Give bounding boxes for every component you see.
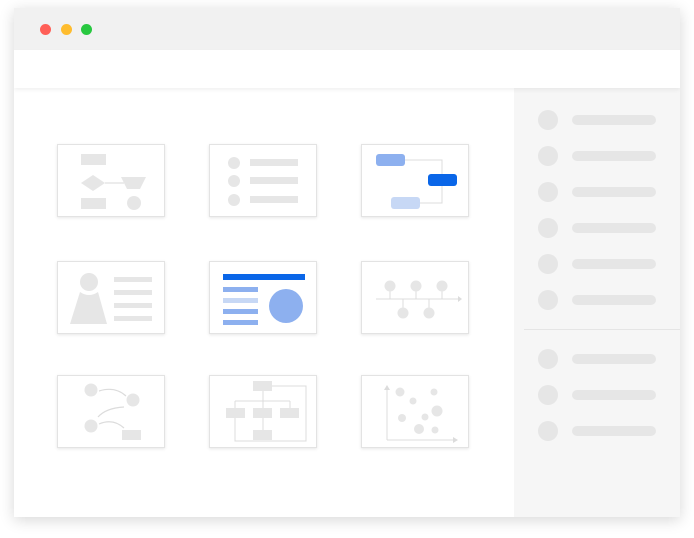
connected-blocks-icon [376,154,457,209]
app-window [14,8,680,517]
sidebar-item[interactable] [538,145,658,167]
template-card-report[interactable] [209,261,317,334]
template-card-flowchart[interactable] [57,144,165,217]
sidebar-item-avatar [538,421,558,441]
sidebar-item-avatar [538,110,558,130]
sidebar [514,88,680,517]
zoom-window-button[interactable] [81,24,92,35]
sidebar-item-label-placeholder [572,259,656,269]
template-card-scatter-plot[interactable] [361,375,469,448]
profile-card-icon [70,273,152,324]
sidebar-item-label-placeholder [572,115,656,125]
sidebar-item-label-placeholder [572,426,656,436]
sidebar-item-avatar [538,254,558,274]
sidebar-item[interactable] [538,217,658,239]
sidebar-divider [524,329,680,330]
sidebar-item-avatar [538,385,558,405]
template-card-process-flow[interactable] [57,375,165,448]
template-card-connected-blocks[interactable] [361,144,469,217]
org-chart-icon [226,381,307,442]
sidebar-item[interactable] [538,181,658,203]
sidebar-item-label-placeholder [572,223,656,233]
report-pie-icon [223,274,305,325]
sidebar-item-label-placeholder [572,295,656,305]
sidebar-item-label-placeholder [572,187,656,197]
flowchart-icon [81,154,146,210]
sidebar-item[interactable] [538,420,658,442]
minimize-window-button[interactable] [61,24,72,35]
sidebar-item[interactable] [538,109,658,131]
sidebar-item-avatar [538,290,558,310]
close-window-button[interactable] [40,24,51,35]
timeline-icon [376,280,462,319]
template-card-timeline[interactable] [361,261,469,334]
sidebar-item-label-placeholder [572,390,656,400]
sidebar-item[interactable] [538,289,658,311]
template-card-list[interactable] [209,144,317,217]
toolbar [14,50,680,88]
template-gallery [14,88,514,517]
sidebar-item[interactable] [538,348,658,370]
sidebar-item[interactable] [538,253,658,275]
template-card-org-chart[interactable] [209,375,317,448]
sidebar-item-label-placeholder [572,354,656,364]
sidebar-item[interactable] [538,384,658,406]
process-flow-icon [84,383,141,440]
template-card-profile[interactable] [57,261,165,334]
scatter-plot-icon [384,385,458,443]
title-bar [14,8,680,50]
bullet-list-icon [228,157,298,206]
sidebar-item-avatar [538,146,558,166]
sidebar-item-avatar [538,182,558,202]
sidebar-item-avatar [538,349,558,369]
sidebar-item-avatar [538,218,558,238]
sidebar-item-label-placeholder [572,151,656,161]
